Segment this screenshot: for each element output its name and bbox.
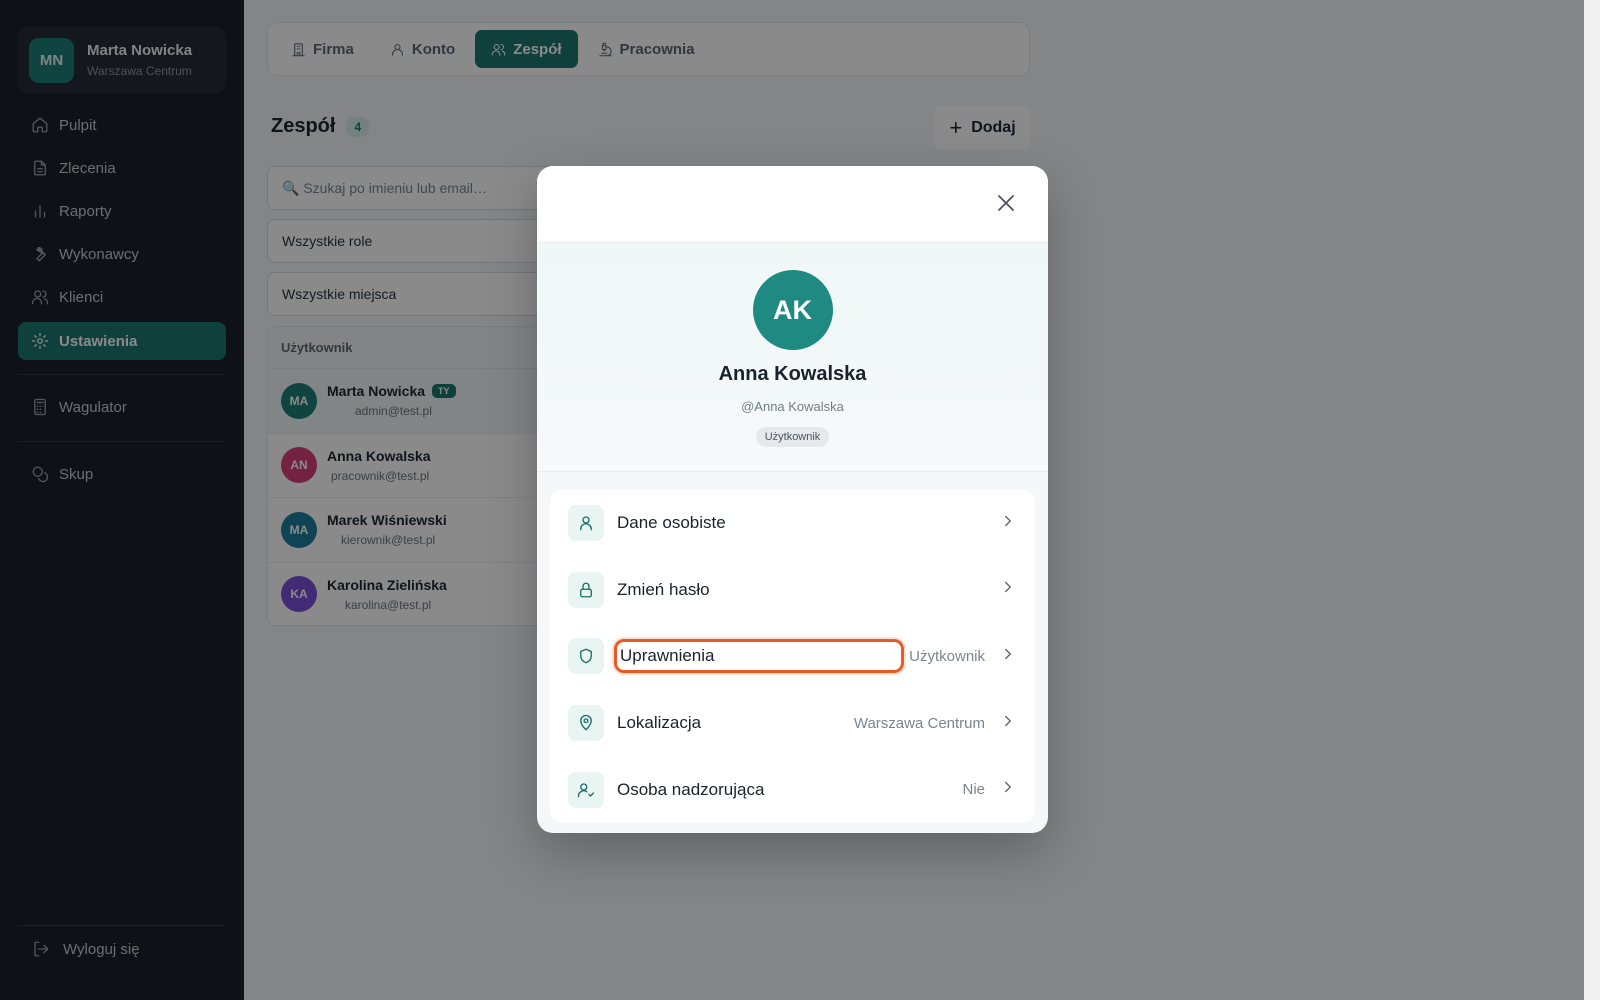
user-icon [580,516,592,531]
chevron-right-icon [1005,582,1011,593]
lock-icon [580,582,592,598]
chevron-right-icon [1005,781,1011,793]
menu-item-label: Lokalizacja [617,713,702,733]
menu-item-label: Uprawnienia [614,639,904,674]
shield-icon [580,649,592,664]
chevron-right-icon [1005,715,1011,726]
profile-section: AK Anna Kowalska @Anna Kowalska Użytkown… [537,243,1048,472]
user-check-icon [577,782,595,798]
menu-item-supervisor[interactable]: Osoba nadzorująca Nie [568,756,1017,823]
menu-item-label: Zmień hasło [617,579,710,599]
menu-item-value: Użytkownik [909,647,985,665]
close-icon [998,195,1014,211]
menu-item-value: Warszawa Centrum [853,714,985,732]
menu-item-permissions[interactable]: Uprawnienia Użytkownik [568,623,1017,690]
profile-handle: @Anna Kowalska [741,399,844,414]
modal-header [537,166,1048,243]
menu-item-personal-data[interactable]: Dane osobiste [568,490,1017,557]
menu-item-value: Nie [962,781,985,799]
settings-menu: Dane osobiste Zmień hasło Uprawnienia Uż… [550,490,1035,823]
chevron-right-icon [1005,648,1011,660]
role-badge: Użytkownik [755,427,830,447]
menu-item-change-password[interactable]: Zmień hasło [568,557,1017,624]
menu-item-label: Dane osobiste [617,513,726,533]
menu-item-location[interactable]: Lokalizacja Warszawa Centrum [568,690,1017,757]
chevron-right-icon [1005,515,1011,526]
close-button[interactable] [994,191,1018,215]
avatar: AK [752,270,833,350]
user-detail-modal: AK Anna Kowalska @Anna Kowalska Użytkown… [537,166,1048,833]
profile-name: Anna Kowalska [718,363,867,385]
menu-item-label: Osoba nadzorująca [617,779,765,799]
scrollbar[interactable] [1584,0,1600,1000]
map-pin-icon [580,714,592,731]
